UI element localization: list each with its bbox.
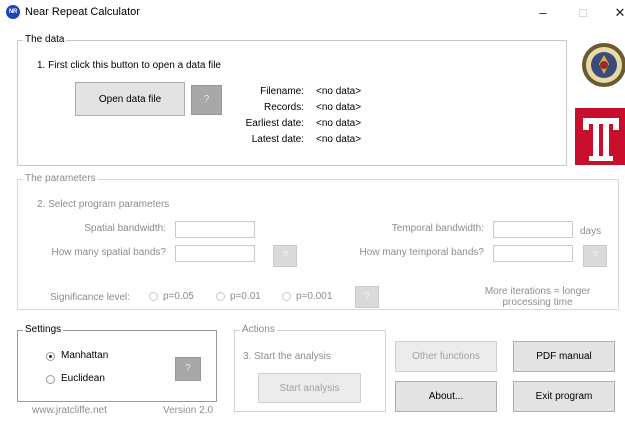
parameters-instruction: 2. Select program parameters	[37, 199, 170, 210]
actions-group-legend: Actions	[240, 324, 277, 336]
settings-group-legend: Settings	[23, 324, 64, 336]
spatial-bandwidth-label: Spatial bandwidth:	[84, 223, 166, 234]
days-label: days	[580, 226, 602, 237]
latest-date-value: <no data>	[316, 134, 362, 145]
app-icon: NR	[6, 5, 20, 19]
temporal-bandwidth-label: Temporal bandwidth:	[391, 223, 484, 234]
spatial-help-button[interactable]: ?	[273, 245, 297, 267]
spatial-bands-label: How many spatial bands?	[51, 247, 166, 258]
euclidean-radio[interactable]	[46, 375, 55, 384]
temporal-bandwidth-input[interactable]	[493, 221, 573, 238]
spatial-bands-input[interactable]	[175, 245, 255, 262]
filename-value: <no data>	[316, 86, 362, 97]
pdf-manual-button[interactable]: PDF manual	[513, 341, 615, 372]
filename-label: Filename:	[260, 86, 304, 97]
close-icon[interactable]: ✕	[607, 4, 625, 22]
p0001-radio[interactable]	[282, 292, 291, 301]
records-label: Records:	[263, 102, 304, 113]
open-data-file-button[interactable]: Open data file	[75, 82, 185, 116]
other-functions-button[interactable]: Other functions	[395, 341, 497, 372]
temporal-help-button[interactable]: ?	[583, 245, 607, 267]
significance-label: Significance level:	[50, 292, 131, 303]
doj-seal-logo	[582, 43, 625, 87]
p005-label: p=0.05	[163, 291, 194, 302]
euclidean-label: Euclidean	[61, 373, 105, 384]
start-analysis-button[interactable]: Start analysis	[258, 373, 361, 403]
manhattan-radio[interactable]	[46, 352, 55, 361]
about-button[interactable]: About...	[395, 381, 497, 412]
records-value: <no data>	[316, 102, 362, 113]
p005-radio[interactable]	[149, 292, 158, 301]
latest-date-label: Latest date:	[251, 134, 304, 145]
minimize-icon[interactable]: –	[530, 4, 556, 22]
data-help-button[interactable]: ?	[191, 85, 222, 115]
significance-help-button[interactable]: ?	[355, 286, 379, 308]
website-link[interactable]: www.jratcliffe.net	[32, 405, 107, 417]
temple-logo	[575, 108, 625, 165]
spatial-bandwidth-input[interactable]	[175, 221, 255, 238]
temporal-bands-label: How many temporal bands?	[359, 247, 484, 258]
title-bar: NR Near Repeat Calculator – □ ✕	[0, 0, 625, 30]
p001-label: p=0.01	[230, 291, 261, 302]
earliest-date-label: Earliest date:	[245, 118, 304, 129]
iterations-note-line2: processing time	[502, 297, 573, 308]
parameters-group-legend: The parameters	[23, 173, 98, 185]
exit-program-button[interactable]: Exit program	[513, 381, 615, 412]
version-label: Version 2.0	[163, 405, 214, 416]
earliest-date-value: <no data>	[316, 118, 362, 129]
manhattan-label: Manhattan	[61, 350, 109, 361]
maximize-icon[interactable]: □	[570, 4, 596, 22]
data-group-legend: The data	[23, 34, 67, 46]
p0001-label: p=0.001	[296, 291, 333, 302]
actions-instruction: 3. Start the analysis	[243, 351, 331, 362]
p001-radio[interactable]	[216, 292, 225, 301]
data-instruction: 1. First click this button to open a dat…	[37, 60, 221, 71]
temporal-bands-input[interactable]	[493, 245, 573, 262]
settings-help-button[interactable]: ?	[175, 357, 201, 381]
window-title: Near Repeat Calculator	[25, 6, 140, 18]
